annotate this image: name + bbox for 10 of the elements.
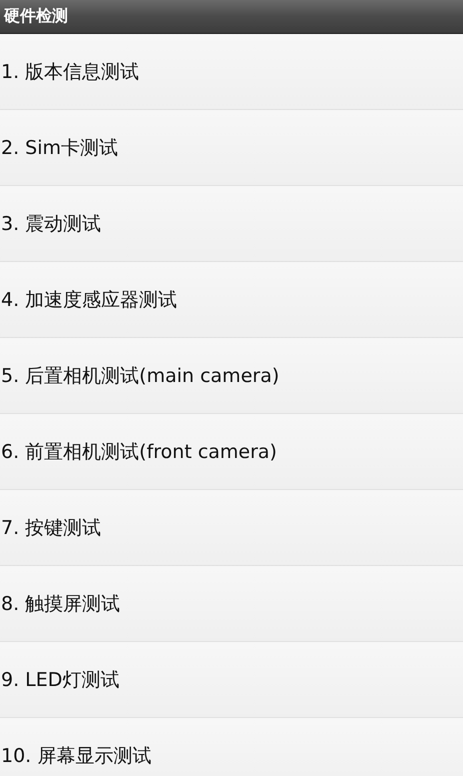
list-item[interactable]: 6. 前置相机测试(front camera): [0, 414, 463, 490]
list-item[interactable]: 4. 加速度感应器测试: [0, 262, 463, 338]
list-item[interactable]: 8. 触摸屏测试: [0, 566, 463, 642]
list-item[interactable]: 3. 震动测试: [0, 186, 463, 262]
list-item[interactable]: 1. 版本信息测试: [0, 34, 463, 110]
window-title: 硬件检测: [4, 6, 68, 27]
list-item[interactable]: 5. 后置相机测试(main camera): [0, 338, 463, 414]
list-item[interactable]: 7. 按键测试: [0, 490, 463, 566]
list-item[interactable]: 2. Sim卡测试: [0, 110, 463, 186]
list-item[interactable]: 9. LED灯测试: [0, 642, 463, 718]
